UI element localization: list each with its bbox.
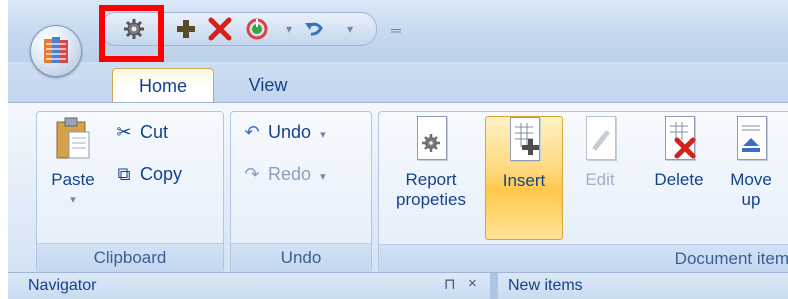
paste-label: Paste [51, 170, 95, 189]
tab-home[interactable]: Home [112, 68, 214, 103]
gear-highlight-box [99, 5, 164, 62]
scissors-icon: ✂ [116, 122, 132, 142]
refresh-icon[interactable] [244, 17, 270, 41]
refresh-dropdown-icon[interactable]: ▾ [276, 17, 302, 41]
customize-qat-icon[interactable]: ═ [391, 22, 401, 38]
refresh-icon [246, 18, 268, 40]
undo-group-label: Undo [231, 243, 371, 272]
undo-icon [305, 22, 323, 36]
title-bar: ▾ ▾ ═ [8, 0, 788, 63]
ribbon-window: ▾ ▾ ═ Home View Paste ▾ ✂ Cut ⧉ Copy Cli… [8, 0, 788, 299]
add-icon[interactable] [173, 17, 199, 41]
delete-label: Delete [654, 170, 704, 189]
undo-arrow-icon: ↶ [244, 122, 260, 142]
add-icon [177, 20, 195, 38]
report-properties-icon [411, 116, 451, 162]
edit-icon [580, 116, 620, 162]
redo-dropdown-icon[interactable]: ▾ [320, 171, 326, 183]
paste-button[interactable]: Paste ▾ [45, 116, 101, 238]
tab-home-label: Home [138, 75, 187, 96]
paste-dropdown-icon[interactable]: ▾ [45, 190, 101, 210]
delete-icon [208, 17, 232, 41]
copy-icon: ⧉ [117, 164, 131, 184]
ribbon-tabs: Home View [8, 62, 788, 103]
redo-button[interactable]: ↷ Redo ▾ [241, 164, 326, 185]
move-up-label-line2: up [741, 190, 761, 209]
move-up-icon [731, 116, 771, 162]
undo-dropdown-icon[interactable]: ▾ [337, 17, 363, 41]
insert-icon [504, 117, 544, 163]
close-icon[interactable]: × [468, 275, 477, 292]
navigator-pane-title: Navigator [28, 277, 97, 294]
undo-dropdown-icon[interactable]: ▾ [320, 129, 326, 141]
delete-icon[interactable] [207, 17, 233, 41]
redo-label: Redo [268, 164, 312, 184]
ribbon-panel: Paste ▾ ✂ Cut ⧉ Copy Clipboard ↶ Undo ▾ … [8, 102, 788, 273]
copy-label: Copy [140, 164, 183, 184]
delete-button[interactable]: Delete [641, 116, 717, 238]
clipboard-group-label: Clipboard [37, 243, 223, 272]
application-icon [44, 37, 68, 63]
cut-label: Cut [140, 122, 169, 142]
edit-button[interactable]: Edit [567, 116, 633, 238]
copy-button[interactable]: ⧉ Copy [113, 164, 182, 185]
undo-button[interactable]: ↶ Undo ▾ [241, 122, 326, 143]
clipboard-group: Paste ▾ ✂ Cut ⧉ Copy Clipboard [36, 111, 224, 273]
document-item-group-label: Document item [379, 244, 788, 272]
edit-label: Edit [585, 170, 615, 189]
docked-panes: Navigator ⊓ × New items [8, 272, 788, 299]
application-button[interactable] [30, 25, 82, 77]
insert-button[interactable]: Insert [485, 116, 563, 240]
tab-view[interactable]: View [228, 68, 308, 102]
insert-label: Insert [502, 171, 546, 190]
tab-view-label: View [248, 74, 288, 95]
delete-row-icon [659, 116, 699, 162]
cut-button[interactable]: ✂ Cut [113, 122, 168, 143]
pane-splitter[interactable] [490, 273, 498, 299]
pin-icon[interactable]: ⊓ [444, 275, 456, 293]
undo-group: ↶ Undo ▾ ↷ Redo ▾ Undo [230, 111, 372, 273]
undo-label: Undo [268, 122, 312, 142]
paste-icon [53, 116, 93, 162]
move-up-label-line1: Move [730, 170, 772, 189]
report-properties-label-line2: propeties [396, 190, 466, 209]
new-items-pane-title: New items [508, 277, 583, 294]
redo-arrow-icon: ↷ [244, 164, 260, 184]
document-item-group: Report propeties Insert Edit Delete Move… [378, 111, 788, 273]
report-properties-button[interactable]: Report propeties [383, 116, 479, 238]
move-up-button[interactable]: Move up [723, 116, 779, 238]
report-properties-label-line1: Report [405, 170, 457, 189]
undo-icon[interactable] [301, 17, 327, 41]
